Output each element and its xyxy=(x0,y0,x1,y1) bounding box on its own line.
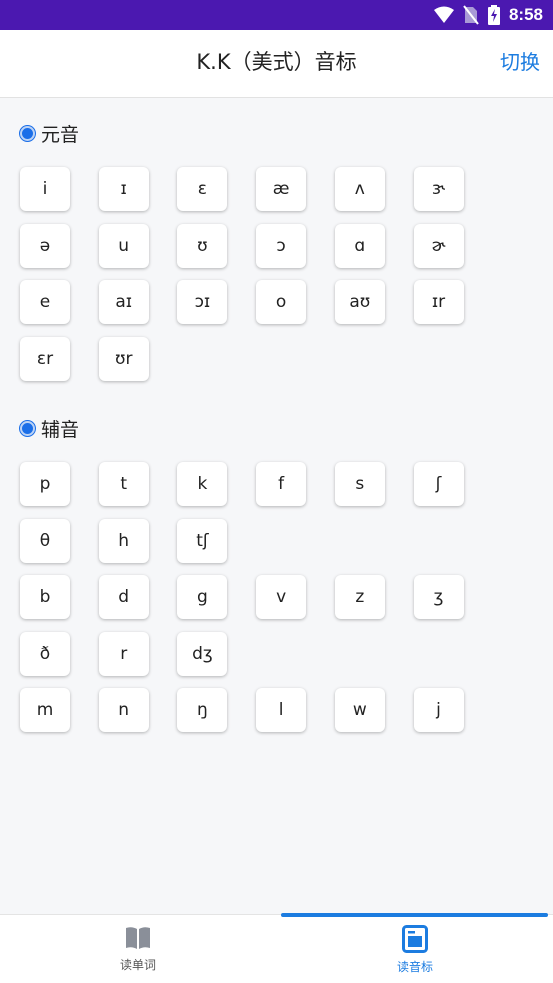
phonetic-key[interactable]: ɛ xyxy=(177,167,228,211)
app-bar: K.K（美式）音标 切换 xyxy=(0,30,553,98)
status-time: 8:58 xyxy=(508,5,543,24)
phonetic-key[interactable]: ɔɪ xyxy=(177,280,228,325)
nav-label-read-words: 读单词 xyxy=(119,958,156,972)
phonetic-icon xyxy=(402,925,428,953)
phonetic-key[interactable]: ŋ xyxy=(177,688,228,733)
phonetic-key[interactable]: ɪr xyxy=(413,280,464,325)
phonetic-key[interactable]: l xyxy=(256,688,307,733)
switch-button[interactable]: 切换 xyxy=(500,30,540,94)
book-icon xyxy=(126,927,150,949)
phonetic-key[interactable]: e xyxy=(20,280,70,325)
phonetic-key[interactable]: tʃ xyxy=(177,518,228,563)
phonetic-key[interactable]: ʃ xyxy=(413,462,464,506)
phonetic-key[interactable]: ɪ xyxy=(98,167,149,211)
page-title: K.K（美式）音标 xyxy=(196,50,357,74)
phonetic-key[interactable]: p xyxy=(20,462,70,506)
phonetic-key[interactable]: ɔ xyxy=(256,223,307,268)
phonetic-key[interactable]: o xyxy=(256,280,307,325)
phonetic-key[interactable]: m xyxy=(20,688,70,733)
phonetic-key[interactable]: ə xyxy=(20,223,70,268)
vowels-label: 元音 xyxy=(41,124,80,146)
phonetic-key[interactable]: ɚ xyxy=(413,223,464,268)
vowels-section-header[interactable]: 元音 xyxy=(20,120,79,147)
vowels-radio-icon[interactable] xyxy=(20,126,35,141)
wifi-icon xyxy=(433,6,454,23)
phonetic-key[interactable]: g xyxy=(177,575,228,620)
phonetic-key[interactable]: ʊr xyxy=(98,336,149,381)
phonetic-key[interactable]: aʊ xyxy=(334,280,385,325)
consonants-label: 辅音 xyxy=(41,419,80,441)
no-sim-icon xyxy=(463,5,479,25)
nav-label-read-phonetics: 读音标 xyxy=(396,960,433,974)
battery-charging-icon xyxy=(487,5,500,25)
phonetic-key[interactable]: z xyxy=(334,575,385,620)
phonetic-key[interactable]: æ xyxy=(256,167,307,211)
phonetic-key[interactable]: k xyxy=(177,462,228,506)
status-bar: 8:58 xyxy=(0,0,553,30)
nav-item-read-phonetics[interactable]: 读音标 xyxy=(277,914,553,983)
phonetic-key[interactable]: j xyxy=(413,688,464,733)
consonants-section-header[interactable]: 辅音 xyxy=(20,415,79,442)
phonetic-key[interactable]: t xyxy=(98,462,149,506)
phonetic-key[interactable]: ʊ xyxy=(177,223,228,268)
nav-item-read-words[interactable]: 读单词 xyxy=(0,914,276,983)
phonetic-key[interactable]: n xyxy=(98,688,149,733)
phonetic-key[interactable]: u xyxy=(98,223,149,268)
phonetic-key[interactable]: ɛr xyxy=(20,336,70,381)
phonetic-key[interactable]: ɝ xyxy=(413,167,464,211)
phonetic-key[interactable]: i xyxy=(20,167,70,211)
phonetic-key[interactable]: aɪ xyxy=(98,280,149,325)
phonetic-key[interactable]: θ xyxy=(20,518,70,563)
phonetic-key[interactable]: ʌ xyxy=(334,167,385,211)
phonetic-key[interactable]: h xyxy=(98,518,149,563)
phonetic-key[interactable]: v xyxy=(256,575,307,620)
phonetic-key[interactable]: b xyxy=(20,575,70,620)
consonants-radio-icon[interactable] xyxy=(20,421,35,436)
phonetic-key[interactable]: d xyxy=(98,575,149,620)
phonetic-key[interactable]: r xyxy=(98,631,149,676)
phonetic-key[interactable]: s xyxy=(334,462,385,506)
phonetic-key[interactable]: ɑ xyxy=(334,223,385,268)
phonetic-key[interactable]: ð xyxy=(20,631,70,676)
phonetic-key[interactable]: w xyxy=(334,688,385,733)
phonetic-key[interactable]: ʒ xyxy=(413,575,464,620)
phonetic-key[interactable]: dʒ xyxy=(177,631,228,676)
phonetic-key[interactable]: f xyxy=(256,462,307,506)
